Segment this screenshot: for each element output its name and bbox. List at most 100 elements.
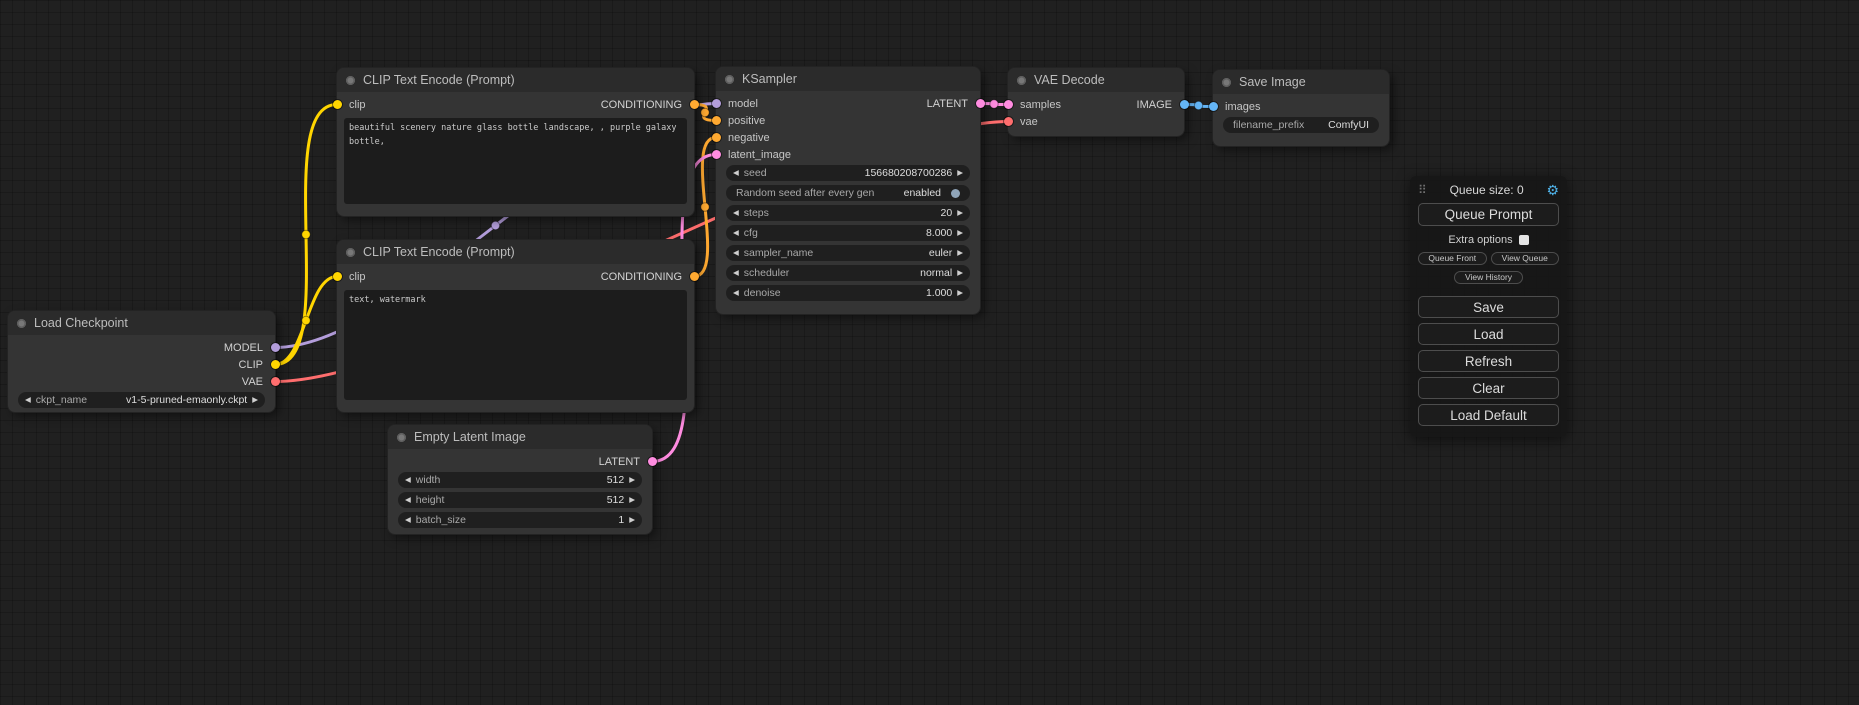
refresh-button[interactable]: Refresh <box>1418 350 1559 372</box>
clip-input-dot[interactable] <box>333 272 342 281</box>
decrement-arrow-icon[interactable]: ◀ <box>733 249 739 257</box>
cfg-widget[interactable]: ◀ cfg 8.000 ▶ <box>726 225 970 241</box>
slot-row: model LATENT <box>716 95 980 112</box>
node-title-bar[interactable]: VAE Decode <box>1008 68 1184 92</box>
widget-value: 8.000 <box>926 227 952 239</box>
graph-canvas[interactable]: Load Checkpoint MODEL CLIP VAE ◀ ckpt_na… <box>0 0 1859 705</box>
decrement-arrow-icon[interactable]: ◀ <box>733 169 739 177</box>
decrement-arrow-icon[interactable]: ◀ <box>405 516 411 524</box>
save-button[interactable]: Save <box>1418 296 1559 318</box>
negative-input-dot[interactable] <box>712 133 721 142</box>
increment-arrow-icon[interactable]: ▶ <box>957 249 963 257</box>
latent-output-dot[interactable] <box>648 457 657 466</box>
batch-size-widget[interactable]: ◀ batch_size 1 ▶ <box>398 512 642 528</box>
conditioning-output-dot[interactable] <box>690 100 699 109</box>
extra-options-checkbox[interactable] <box>1519 235 1529 245</box>
steps-widget[interactable]: ◀ steps 20 ▶ <box>726 205 970 221</box>
input-label-latent-image: latent_image <box>728 149 791 161</box>
vae-output-dot[interactable] <box>271 377 280 386</box>
input-label-negative: negative <box>728 132 770 144</box>
model-output-dot[interactable] <box>271 343 280 352</box>
collapse-dot-icon[interactable] <box>1017 76 1026 85</box>
collapse-dot-icon[interactable] <box>1222 78 1231 87</box>
node-title: CLIP Text Encode (Prompt) <box>363 245 515 259</box>
node-title-bar[interactable]: CLIP Text Encode (Prompt) <box>337 240 694 264</box>
node-empty-latent-image[interactable]: Empty Latent Image LATENT ◀ width 512 ▶ … <box>388 425 652 534</box>
node-save-image[interactable]: Save Image images filename_prefix ComfyU… <box>1213 70 1389 146</box>
collapse-dot-icon[interactable] <box>346 76 355 85</box>
decrement-arrow-icon[interactable]: ◀ <box>733 209 739 217</box>
sampler-name-widget[interactable]: ◀ sampler_name euler ▶ <box>726 245 970 261</box>
node-vae-decode[interactable]: VAE Decode samples IMAGE vae <box>1008 68 1184 136</box>
load-default-button[interactable]: Load Default <box>1418 404 1559 426</box>
conditioning-output-dot[interactable] <box>690 272 699 281</box>
queue-front-button[interactable]: Queue Front <box>1418 252 1487 265</box>
view-queue-button[interactable]: View Queue <box>1491 252 1560 265</box>
collapse-dot-icon[interactable] <box>397 433 406 442</box>
node-ksampler[interactable]: KSampler model LATENT positive negative … <box>716 67 980 314</box>
output-label-conditioning: CONDITIONING <box>601 271 682 283</box>
prompt-text-area[interactable]: text, watermark <box>344 290 687 400</box>
clear-button[interactable]: Clear <box>1418 377 1559 399</box>
slot-row: clip CONDITIONING <box>337 96 694 113</box>
latent-output-dot[interactable] <box>976 99 985 108</box>
toggle-dot-icon[interactable] <box>951 189 960 198</box>
queue-prompt-button[interactable]: Queue Prompt <box>1418 203 1559 226</box>
scheduler-widget[interactable]: ◀ scheduler normal ▶ <box>726 265 970 281</box>
node-title-bar[interactable]: Load Checkpoint <box>8 311 275 335</box>
decrement-arrow-icon[interactable]: ◀ <box>733 269 739 277</box>
drag-handle-icon[interactable]: ⠿ <box>1418 183 1427 197</box>
collapse-dot-icon[interactable] <box>17 319 26 328</box>
positive-input-dot[interactable] <box>712 116 721 125</box>
decrement-arrow-icon[interactable]: ◀ <box>405 496 411 504</box>
widget-label: cfg <box>744 227 758 239</box>
image-output-dot[interactable] <box>1180 100 1189 109</box>
load-button[interactable]: Load <box>1418 323 1559 345</box>
decrement-arrow-icon[interactable]: ◀ <box>733 289 739 297</box>
node-title-bar[interactable]: Empty Latent Image <box>388 425 652 449</box>
model-input-dot[interactable] <box>712 99 721 108</box>
increment-arrow-icon[interactable]: ▶ <box>957 229 963 237</box>
node-clip-text-encode-positive[interactable]: CLIP Text Encode (Prompt) clip CONDITION… <box>337 68 694 216</box>
clip-input-dot[interactable] <box>333 100 342 109</box>
view-history-button[interactable]: View History <box>1454 271 1523 284</box>
ckpt-name-widget[interactable]: ◀ ckpt_name v1-5-pruned-emaonly.ckpt ▶ <box>18 392 265 408</box>
increment-arrow-icon[interactable]: ▶ <box>252 396 258 404</box>
decrement-arrow-icon[interactable]: ◀ <box>25 396 31 404</box>
collapse-dot-icon[interactable] <box>725 75 734 84</box>
slot-row: latent_image <box>716 146 980 163</box>
node-title-bar[interactable]: Save Image <box>1213 70 1389 94</box>
increment-arrow-icon[interactable]: ▶ <box>957 289 963 297</box>
filename-prefix-widget[interactable]: filename_prefix ComfyUI <box>1223 117 1379 133</box>
denoise-widget[interactable]: ◀ denoise 1.000 ▶ <box>726 285 970 301</box>
height-widget[interactable]: ◀ height 512 ▶ <box>398 492 642 508</box>
vae-input-dot[interactable] <box>1004 117 1013 126</box>
settings-gear-icon[interactable]: ⚙ <box>1546 183 1559 197</box>
latent-image-input-dot[interactable] <box>712 150 721 159</box>
widget-label: Random seed after every gen <box>736 187 874 199</box>
increment-arrow-icon[interactable]: ▶ <box>957 169 963 177</box>
node-clip-text-encode-negative[interactable]: CLIP Text Encode (Prompt) clip CONDITION… <box>337 240 694 412</box>
seed-widget[interactable]: ◀ seed 156680208700286 ▶ <box>726 165 970 181</box>
increment-arrow-icon[interactable]: ▶ <box>629 476 635 484</box>
slot-row: images <box>1213 98 1389 115</box>
slot-row: vae <box>1008 113 1184 130</box>
increment-arrow-icon[interactable]: ▶ <box>629 496 635 504</box>
images-input-dot[interactable] <box>1209 102 1218 111</box>
increment-arrow-icon[interactable]: ▶ <box>629 516 635 524</box>
node-load-checkpoint[interactable]: Load Checkpoint MODEL CLIP VAE ◀ ckpt_na… <box>8 311 275 412</box>
decrement-arrow-icon[interactable]: ◀ <box>405 476 411 484</box>
collapse-dot-icon[interactable] <box>346 248 355 257</box>
increment-arrow-icon[interactable]: ▶ <box>957 209 963 217</box>
width-widget[interactable]: ◀ width 512 ▶ <box>398 472 642 488</box>
node-title-bar[interactable]: CLIP Text Encode (Prompt) <box>337 68 694 92</box>
extra-options-row: Extra options <box>1418 234 1559 246</box>
samples-input-dot[interactable] <box>1004 100 1013 109</box>
increment-arrow-icon[interactable]: ▶ <box>957 269 963 277</box>
node-title-bar[interactable]: KSampler <box>716 67 980 91</box>
random-seed-widget[interactable]: Random seed after every gen enabled <box>726 185 970 201</box>
decrement-arrow-icon[interactable]: ◀ <box>733 229 739 237</box>
output-label-latent: LATENT <box>599 456 640 468</box>
prompt-text-area[interactable]: beautiful scenery nature glass bottle la… <box>344 118 687 204</box>
clip-output-dot[interactable] <box>271 360 280 369</box>
